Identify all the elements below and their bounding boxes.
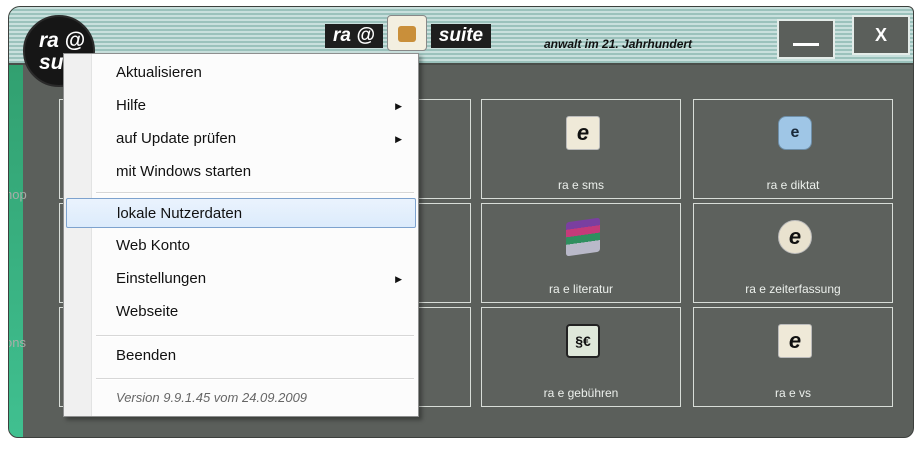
title-left-text: ra @ bbox=[325, 24, 383, 48]
menu-item-label: Hilfe bbox=[116, 97, 147, 114]
app-title: ra @ suite bbox=[325, 15, 492, 51]
tile-sms[interactable]: e ra e sms bbox=[481, 99, 681, 199]
tile-label: ra e literatur bbox=[548, 282, 614, 296]
menu-item-windows-start[interactable]: mit Windows starten bbox=[66, 157, 416, 187]
clock-e-icon: e bbox=[778, 220, 812, 254]
tile-label: ra e sms bbox=[557, 178, 604, 192]
minimize-button[interactable] bbox=[777, 19, 835, 59]
menu-item-label: Einstellungen bbox=[116, 270, 207, 287]
menu-item-label: Aktualisieren bbox=[116, 64, 202, 81]
logo-at: @ bbox=[64, 29, 86, 52]
suite-logo-icon bbox=[386, 15, 427, 51]
menu-item-hilfe[interactable]: Hilfe ▶ bbox=[66, 91, 416, 121]
menu-item-label: mit Windows starten bbox=[116, 163, 252, 180]
menu-item-einstellungen[interactable]: Einstellungen ▶ bbox=[66, 264, 416, 294]
menu-item-beenden[interactable]: Beenden bbox=[66, 341, 416, 371]
menu-item-label: lokale Nutzerdaten bbox=[117, 205, 243, 222]
books-icon bbox=[566, 217, 600, 257]
tile-label: ra e vs bbox=[774, 386, 811, 400]
dictaphone-icon: e bbox=[778, 116, 812, 150]
menu-item-lokale-nutzerdaten[interactable]: lokale Nutzerdaten bbox=[66, 198, 416, 228]
menu-separator bbox=[96, 192, 414, 194]
law-book-icon: §€ bbox=[566, 324, 600, 358]
side-label-shop: hop bbox=[9, 187, 27, 202]
tile-label: ra e zeiterfassung bbox=[745, 282, 841, 296]
e-note-icon: e bbox=[566, 116, 600, 150]
menu-item-label: Web Konto bbox=[116, 237, 190, 254]
tile-gebuehren[interactable]: §€ ra e gebühren bbox=[481, 307, 681, 407]
logo-line2: su bbox=[39, 51, 64, 74]
tile-label: ra e diktat bbox=[766, 178, 820, 192]
tile-zeiterfassung[interactable]: e ra e zeiterfassung bbox=[693, 203, 893, 303]
logo-line1: ra bbox=[39, 29, 59, 52]
tile-literatur[interactable]: ra e literatur bbox=[481, 203, 681, 303]
tile-label: ra e gebühren bbox=[543, 386, 619, 400]
menu-item-aktualisieren[interactable]: Aktualisieren bbox=[66, 58, 416, 88]
minimize-icon bbox=[793, 43, 819, 46]
context-menu: Aktualisieren Hilfe ▶ auf Update prüfen ▶ … bbox=[63, 53, 419, 417]
e-card-icon: e bbox=[778, 324, 812, 358]
menu-item-web-konto[interactable]: Web Konto bbox=[66, 231, 416, 261]
menu-item-label: Beenden bbox=[116, 347, 177, 364]
menu-item-label: Webseite bbox=[116, 303, 179, 320]
version-text: Version 9.9.1.45 vom 24.09.2009 bbox=[116, 390, 308, 405]
side-label-options: ons bbox=[9, 335, 26, 350]
submenu-arrow-icon: ▶ bbox=[395, 101, 402, 111]
title-right-text: suite bbox=[430, 24, 492, 48]
submenu-arrow-icon: ▶ bbox=[395, 274, 402, 284]
tagline: anwalt im 21. Jahrhundert bbox=[544, 37, 693, 51]
tile-diktat[interactable]: e ra e diktat bbox=[693, 99, 893, 199]
close-button[interactable]: X bbox=[852, 15, 910, 55]
logo-text: ra @ su bbox=[39, 29, 86, 73]
menu-item-label: auf Update prüfen bbox=[116, 130, 237, 147]
submenu-arrow-icon: ▶ bbox=[395, 134, 402, 144]
menu-item-update[interactable]: auf Update prüfen ▶ bbox=[66, 124, 416, 154]
menu-item-webseite[interactable]: Webseite bbox=[66, 297, 416, 327]
tile-vs[interactable]: e ra e vs bbox=[693, 307, 893, 407]
window-accent-strip bbox=[9, 7, 23, 437]
menu-separator bbox=[96, 335, 414, 337]
menu-separator bbox=[96, 378, 414, 380]
